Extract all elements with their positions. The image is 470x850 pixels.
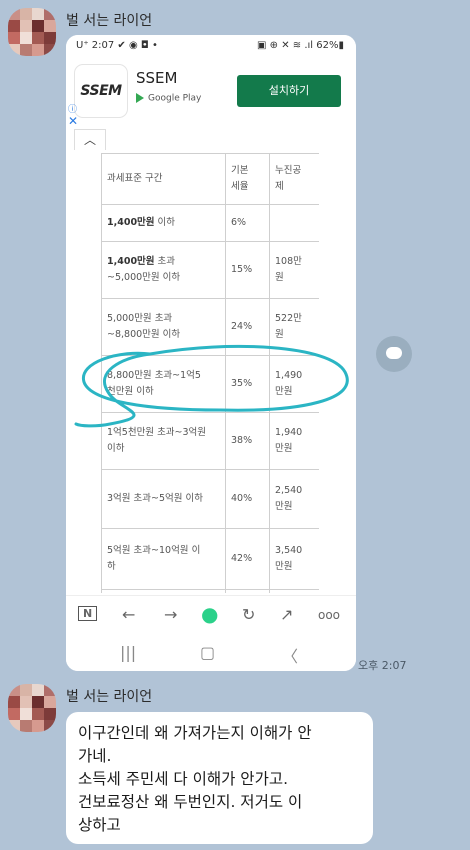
message-line: 가네. bbox=[78, 747, 112, 765]
avatar[interactable] bbox=[8, 684, 56, 732]
message-line: 이구간인데 왜 가져가는지 이해가 안 bbox=[78, 724, 312, 742]
share-button[interactable] bbox=[376, 336, 412, 372]
message-line: 소득세 주민세 다 이해가 안가고. bbox=[78, 770, 289, 788]
message-line: 상하고 bbox=[78, 816, 121, 834]
annotation-stroke bbox=[74, 344, 349, 428]
chat-bubble-icon bbox=[386, 347, 402, 359]
message-timestamp: 오후 2:07 bbox=[358, 659, 407, 672]
message-line: 건보료정산 왜 두번인지. 저거도 이 bbox=[78, 793, 303, 811]
sender-name: 벌 서는 라이언 bbox=[66, 689, 153, 705]
message-bubble[interactable]: 이구간인데 왜 가져가는지 이해가 안 가네. 소득세 주민세 다 이해가 안가… bbox=[66, 712, 373, 844]
